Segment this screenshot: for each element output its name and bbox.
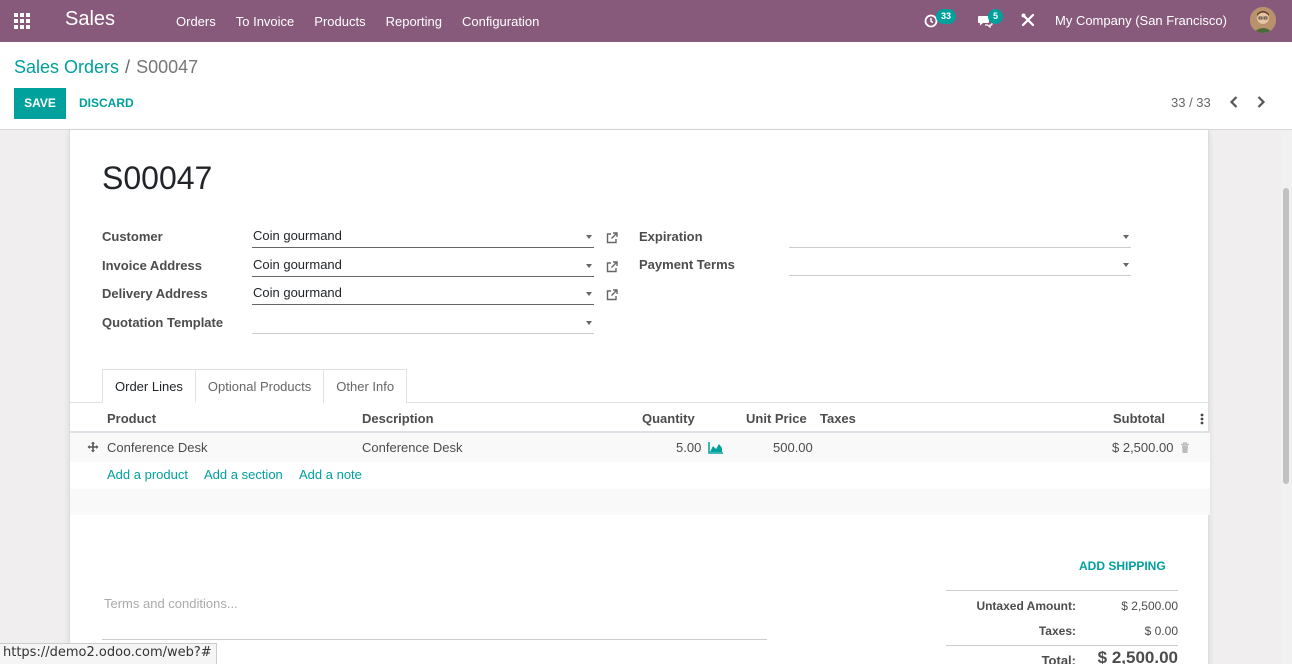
- col-quantity[interactable]: Quantity: [642, 411, 695, 426]
- control-panel: Sales Orders / S00047 SAVE DISCARD 33 / 33: [0, 42, 1292, 130]
- tab-other-info[interactable]: Other Info: [323, 369, 408, 403]
- add-shipping-button[interactable]: ADD SHIPPING: [1079, 559, 1166, 573]
- expiration-field[interactable]: [789, 226, 1131, 248]
- caret-down-icon[interactable]: [586, 264, 592, 268]
- table-row[interactable]: Conference Desk Conference Desk 5.00 500…: [70, 433, 1210, 462]
- status-bar-url: https://demo2.odoo.com/web?#: [0, 643, 217, 664]
- chevron-left-icon[interactable]: [1227, 94, 1241, 110]
- apps-menu-icon[interactable]: [14, 13, 31, 29]
- row-unit-price[interactable]: 500.00: [773, 440, 813, 455]
- external-link-icon[interactable]: [605, 231, 619, 245]
- add-product-link[interactable]: Add a product: [107, 467, 188, 482]
- menu-to-invoice[interactable]: To Invoice: [226, 14, 305, 29]
- col-subtotal[interactable]: Subtotal: [1113, 411, 1165, 426]
- pager-value[interactable]: 33 / 33: [1171, 95, 1211, 110]
- chevron-right-icon[interactable]: [1254, 94, 1268, 110]
- untaxed-amount-label: Untaxed Amount:: [976, 599, 1076, 613]
- breadcrumb-separator: /: [125, 57, 131, 77]
- caret-down-icon[interactable]: [1123, 235, 1129, 239]
- page-scrollbar[interactable]: [1281, 130, 1292, 664]
- quotation-template-label: Quotation Template: [102, 315, 224, 330]
- external-link-icon[interactable]: [605, 288, 619, 302]
- invoice-address-field[interactable]: Coin gourmand: [252, 255, 594, 277]
- terms-and-conditions-input[interactable]: Terms and conditions...: [104, 596, 238, 611]
- total-value: $ 2,500.00: [1097, 648, 1178, 664]
- col-description[interactable]: Description: [362, 411, 434, 426]
- notebook-tabs: Order Lines Optional Products Other Info: [102, 369, 408, 403]
- row-quantity[interactable]: 5.00: [676, 440, 701, 455]
- invoice-address-label: Invoice Address: [102, 258, 202, 273]
- customer-field[interactable]: Coin gourmand: [252, 226, 594, 248]
- totals-divider: [946, 590, 1178, 591]
- col-unit-price[interactable]: Unit Price: [746, 411, 807, 426]
- customer-label: Customer: [102, 229, 163, 244]
- activity-count-badge: 33: [936, 9, 957, 24]
- user-avatar[interactable]: [1250, 7, 1276, 33]
- save-button[interactable]: SAVE: [14, 88, 66, 119]
- tab-optional-products[interactable]: Optional Products: [194, 369, 325, 403]
- col-taxes[interactable]: Taxes: [820, 411, 856, 426]
- row-subtotal: $ 2,500.00: [1112, 440, 1174, 455]
- breadcrumb: Sales Orders / S00047: [14, 57, 198, 78]
- main-menu: Orders To Invoice Products Reporting Con…: [166, 0, 549, 42]
- caret-down-icon[interactable]: [586, 321, 592, 325]
- add-note-link[interactable]: Add a note: [299, 467, 362, 482]
- app-name[interactable]: Sales: [65, 8, 115, 31]
- caret-down-icon[interactable]: [586, 292, 592, 296]
- untaxed-amount-value: $ 2,500.00: [1121, 599, 1178, 613]
- drag-handle-icon[interactable]: [87, 441, 99, 453]
- message-count-badge: 5: [988, 9, 1004, 24]
- discard-button[interactable]: DISCARD: [79, 88, 134, 119]
- scrollbar-thumb[interactable]: [1283, 188, 1289, 484]
- expiration-label: Expiration: [639, 229, 703, 244]
- menu-orders[interactable]: Orders: [166, 14, 226, 29]
- company-switcher[interactable]: My Company (San Francisco): [1055, 13, 1227, 28]
- add-section-link[interactable]: Add a section: [204, 467, 283, 482]
- form-sheet: S00047 Customer Coin gourmand Invoice Ad…: [69, 130, 1210, 664]
- activity-button[interactable]: 33: [924, 9, 958, 31]
- totals-divider-2: [946, 645, 1178, 646]
- trash-icon[interactable]: [1180, 442, 1190, 454]
- breadcrumb-sales-orders[interactable]: Sales Orders: [14, 57, 119, 77]
- quotation-template-field[interactable]: [252, 312, 594, 334]
- row-description[interactable]: Conference Desk: [362, 440, 462, 455]
- top-navbar: Sales Orders To Invoice Products Reporti…: [0, 0, 1292, 42]
- menu-configuration[interactable]: Configuration: [452, 14, 549, 29]
- total-label: Total:: [1041, 653, 1076, 664]
- external-link-icon[interactable]: [605, 260, 619, 274]
- order-lines-header: Product Description Quantity Unit Price …: [70, 403, 1210, 433]
- delivery-address-field[interactable]: Coin gourmand: [252, 283, 594, 305]
- taxes-label: Taxes:: [1038, 624, 1076, 638]
- debug-tools-icon[interactable]: [1020, 12, 1036, 28]
- payment-terms-label: Payment Terms: [639, 257, 735, 272]
- delivery-address-value: Coin gourmand: [253, 285, 342, 300]
- payment-terms-field[interactable]: [789, 254, 1131, 276]
- empty-row: [70, 489, 1210, 515]
- taxes-value: $ 0.00: [1144, 624, 1178, 638]
- optional-columns-icon[interactable]: [1200, 413, 1204, 425]
- terms-underline: [102, 639, 767, 640]
- invoice-address-value: Coin gourmand: [253, 257, 342, 272]
- menu-reporting[interactable]: Reporting: [376, 14, 452, 29]
- row-product[interactable]: Conference Desk: [107, 440, 207, 455]
- add-line-row: Add a product Add a section Add a note: [70, 462, 1210, 489]
- tab-order-lines[interactable]: Order Lines: [102, 369, 196, 403]
- messages-button[interactable]: 5: [977, 9, 1007, 31]
- delivery-address-label: Delivery Address: [102, 286, 208, 301]
- caret-down-icon[interactable]: [1123, 263, 1129, 267]
- caret-down-icon[interactable]: [586, 235, 592, 239]
- customer-value: Coin gourmand: [253, 228, 342, 243]
- col-product[interactable]: Product: [107, 411, 156, 426]
- breadcrumb-current: S00047: [136, 57, 199, 77]
- menu-products[interactable]: Products: [304, 14, 375, 29]
- area-chart-icon[interactable]: [708, 442, 723, 454]
- order-name: S00047: [102, 160, 213, 196]
